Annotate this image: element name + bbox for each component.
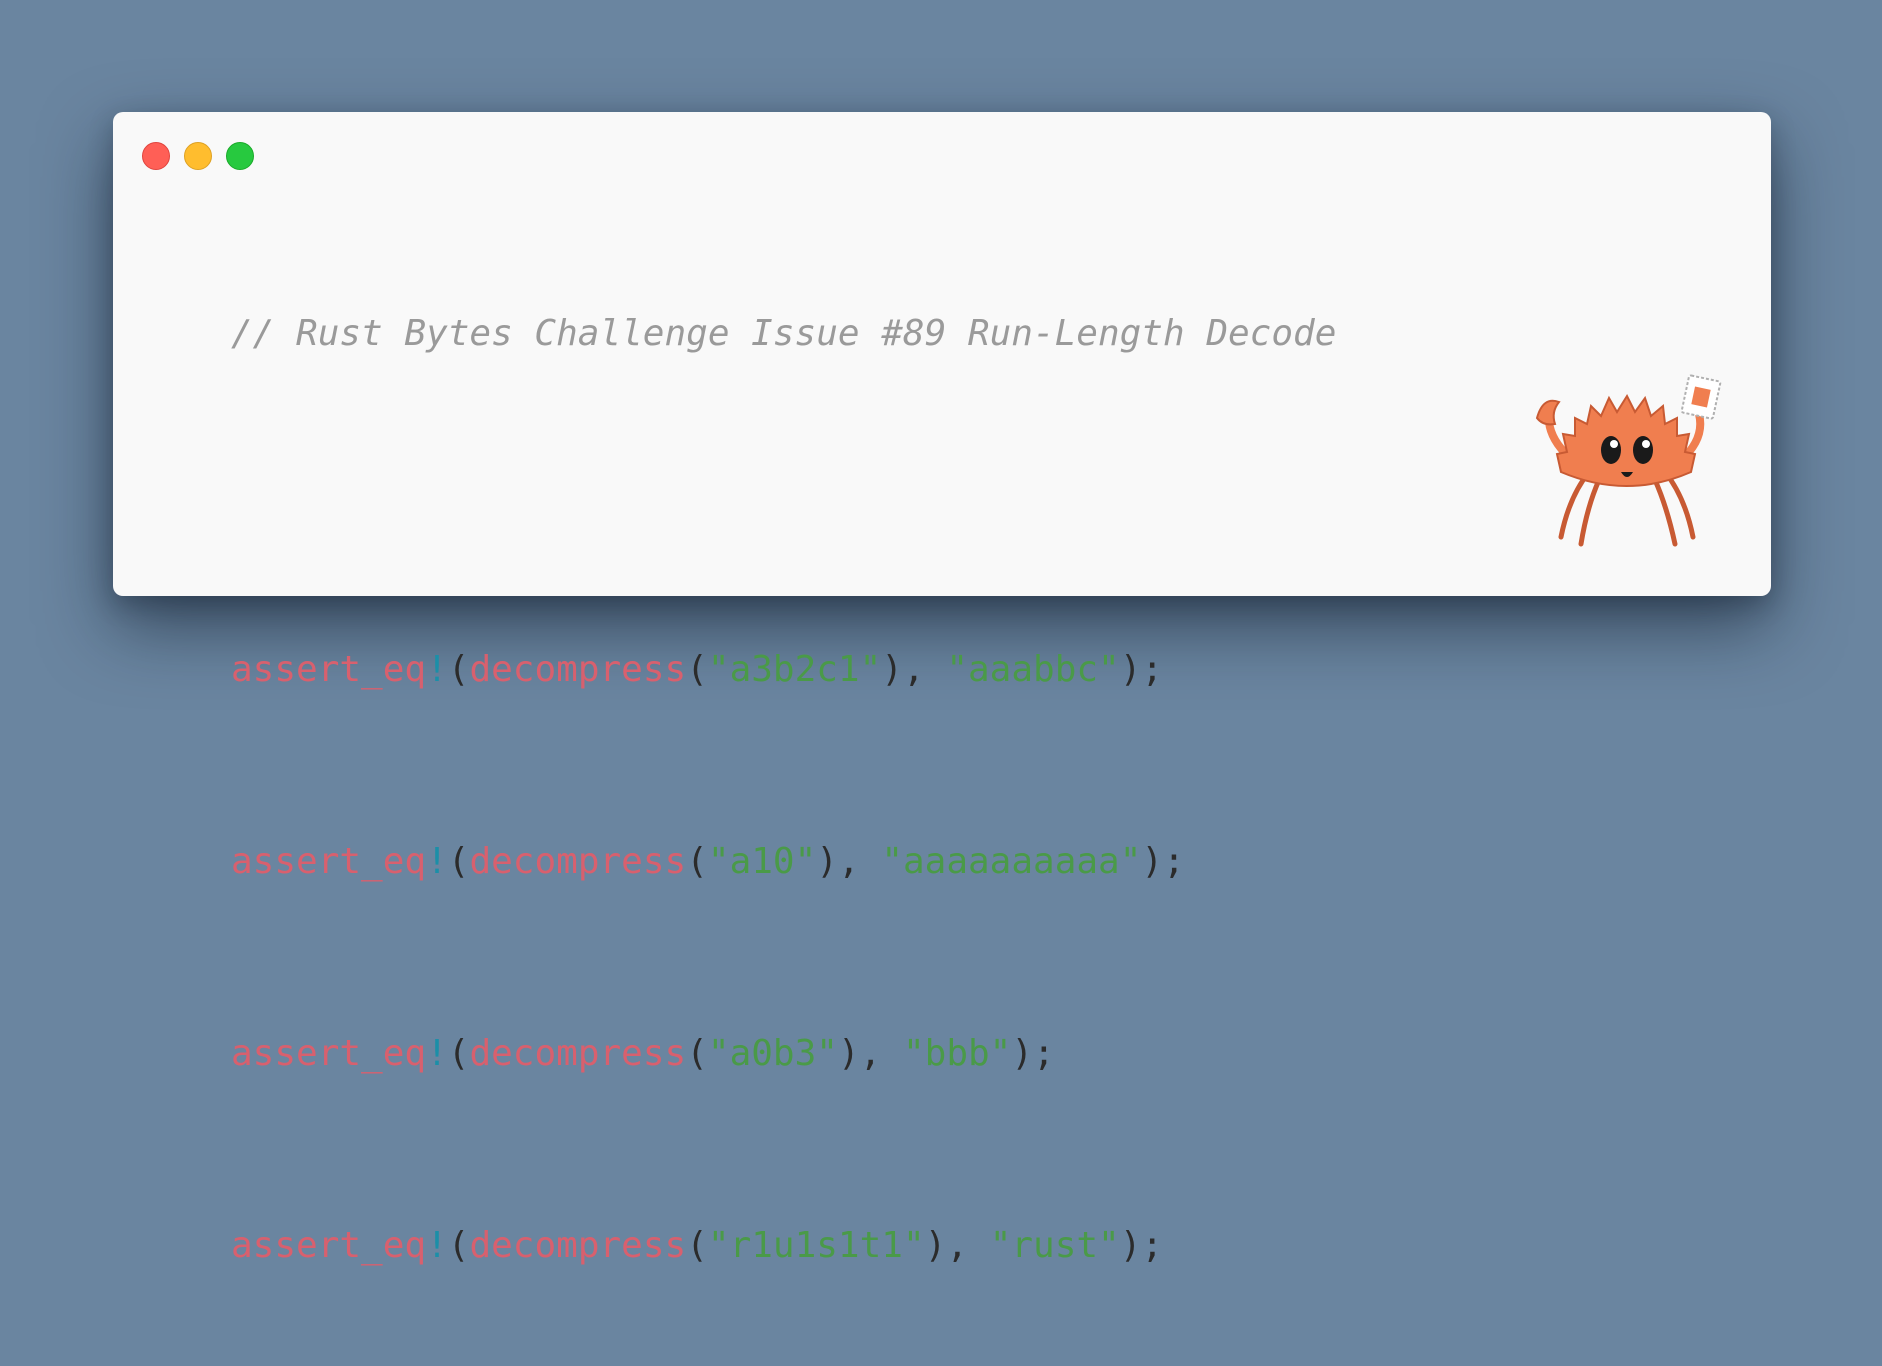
separator: ,	[837, 841, 882, 882]
separator: ,	[902, 649, 947, 690]
paren-close: )	[924, 1225, 947, 1266]
macro-bang: !	[426, 1225, 448, 1266]
code-line: assert_eq!(decompress("a0b3"), "bbb");	[231, 1030, 1336, 1078]
statement-end: );	[1119, 649, 1164, 690]
minimize-dot[interactable]	[184, 142, 212, 170]
expected-string: "bbb"	[902, 1033, 1012, 1074]
paren-close: )	[881, 649, 903, 690]
function-name: decompress	[469, 1225, 687, 1266]
macro-bang: !	[426, 1033, 448, 1074]
separator: ,	[946, 1225, 990, 1266]
paren-open: (	[686, 649, 708, 690]
code-window: // Rust Bytes Challenge Issue #89 Run-Le…	[113, 112, 1771, 1266]
code-line: assert_eq!(decompress("a3b2c1"), "aaabbc…	[231, 646, 1336, 694]
paren-close: )	[816, 841, 838, 882]
expected-string: "aaabbc"	[946, 649, 1120, 690]
paren-open: (	[686, 1225, 708, 1266]
separator: ,	[859, 1033, 903, 1074]
close-dot[interactable]	[142, 142, 170, 170]
string-argument: "r1u1s1t1"	[707, 1225, 925, 1266]
macro-name: assert_eq	[231, 1033, 427, 1074]
maximize-dot[interactable]	[226, 142, 254, 170]
string-argument: "a0b3"	[707, 1033, 838, 1074]
expected-string: "aaaaaaaaaa"	[881, 841, 1142, 882]
code-line: assert_eq!(decompress("r1u1s1t1"), "rust…	[231, 1222, 1336, 1270]
function-name: decompress	[469, 841, 687, 882]
paren-open: (	[447, 1033, 470, 1074]
code-comment: // Rust Bytes Challenge Issue #89 Run-Le…	[231, 313, 1337, 354]
paren-open: (	[686, 1033, 708, 1074]
code-block: // Rust Bytes Challenge Issue #89 Run-Le…	[231, 214, 1336, 1366]
string-argument: "a10"	[707, 841, 817, 882]
macro-name: assert_eq	[231, 1225, 427, 1266]
ferris-crab-icon	[1535, 374, 1722, 547]
function-name: decompress	[469, 1033, 687, 1074]
paren-open: (	[447, 1225, 470, 1266]
macro-bang: !	[426, 841, 448, 882]
paren-open: (	[686, 841, 708, 882]
statement-end: );	[1011, 1033, 1055, 1074]
string-argument: "a3b2c1"	[707, 649, 882, 690]
statement-end: );	[1141, 841, 1185, 882]
function-name: decompress	[469, 649, 687, 690]
macro-name: assert_eq	[231, 841, 427, 882]
statement-end: );	[1119, 1225, 1164, 1266]
expected-string: "rust"	[989, 1225, 1120, 1266]
macro-bang: !	[426, 649, 448, 690]
code-line: assert_eq!(decompress("a10"), "aaaaaaaaa…	[231, 838, 1336, 886]
paren-close: )	[837, 1033, 860, 1074]
paren-open: (	[447, 649, 470, 690]
paren-open: (	[447, 841, 470, 882]
window-controls	[142, 142, 254, 170]
macro-name: assert_eq	[231, 649, 427, 690]
